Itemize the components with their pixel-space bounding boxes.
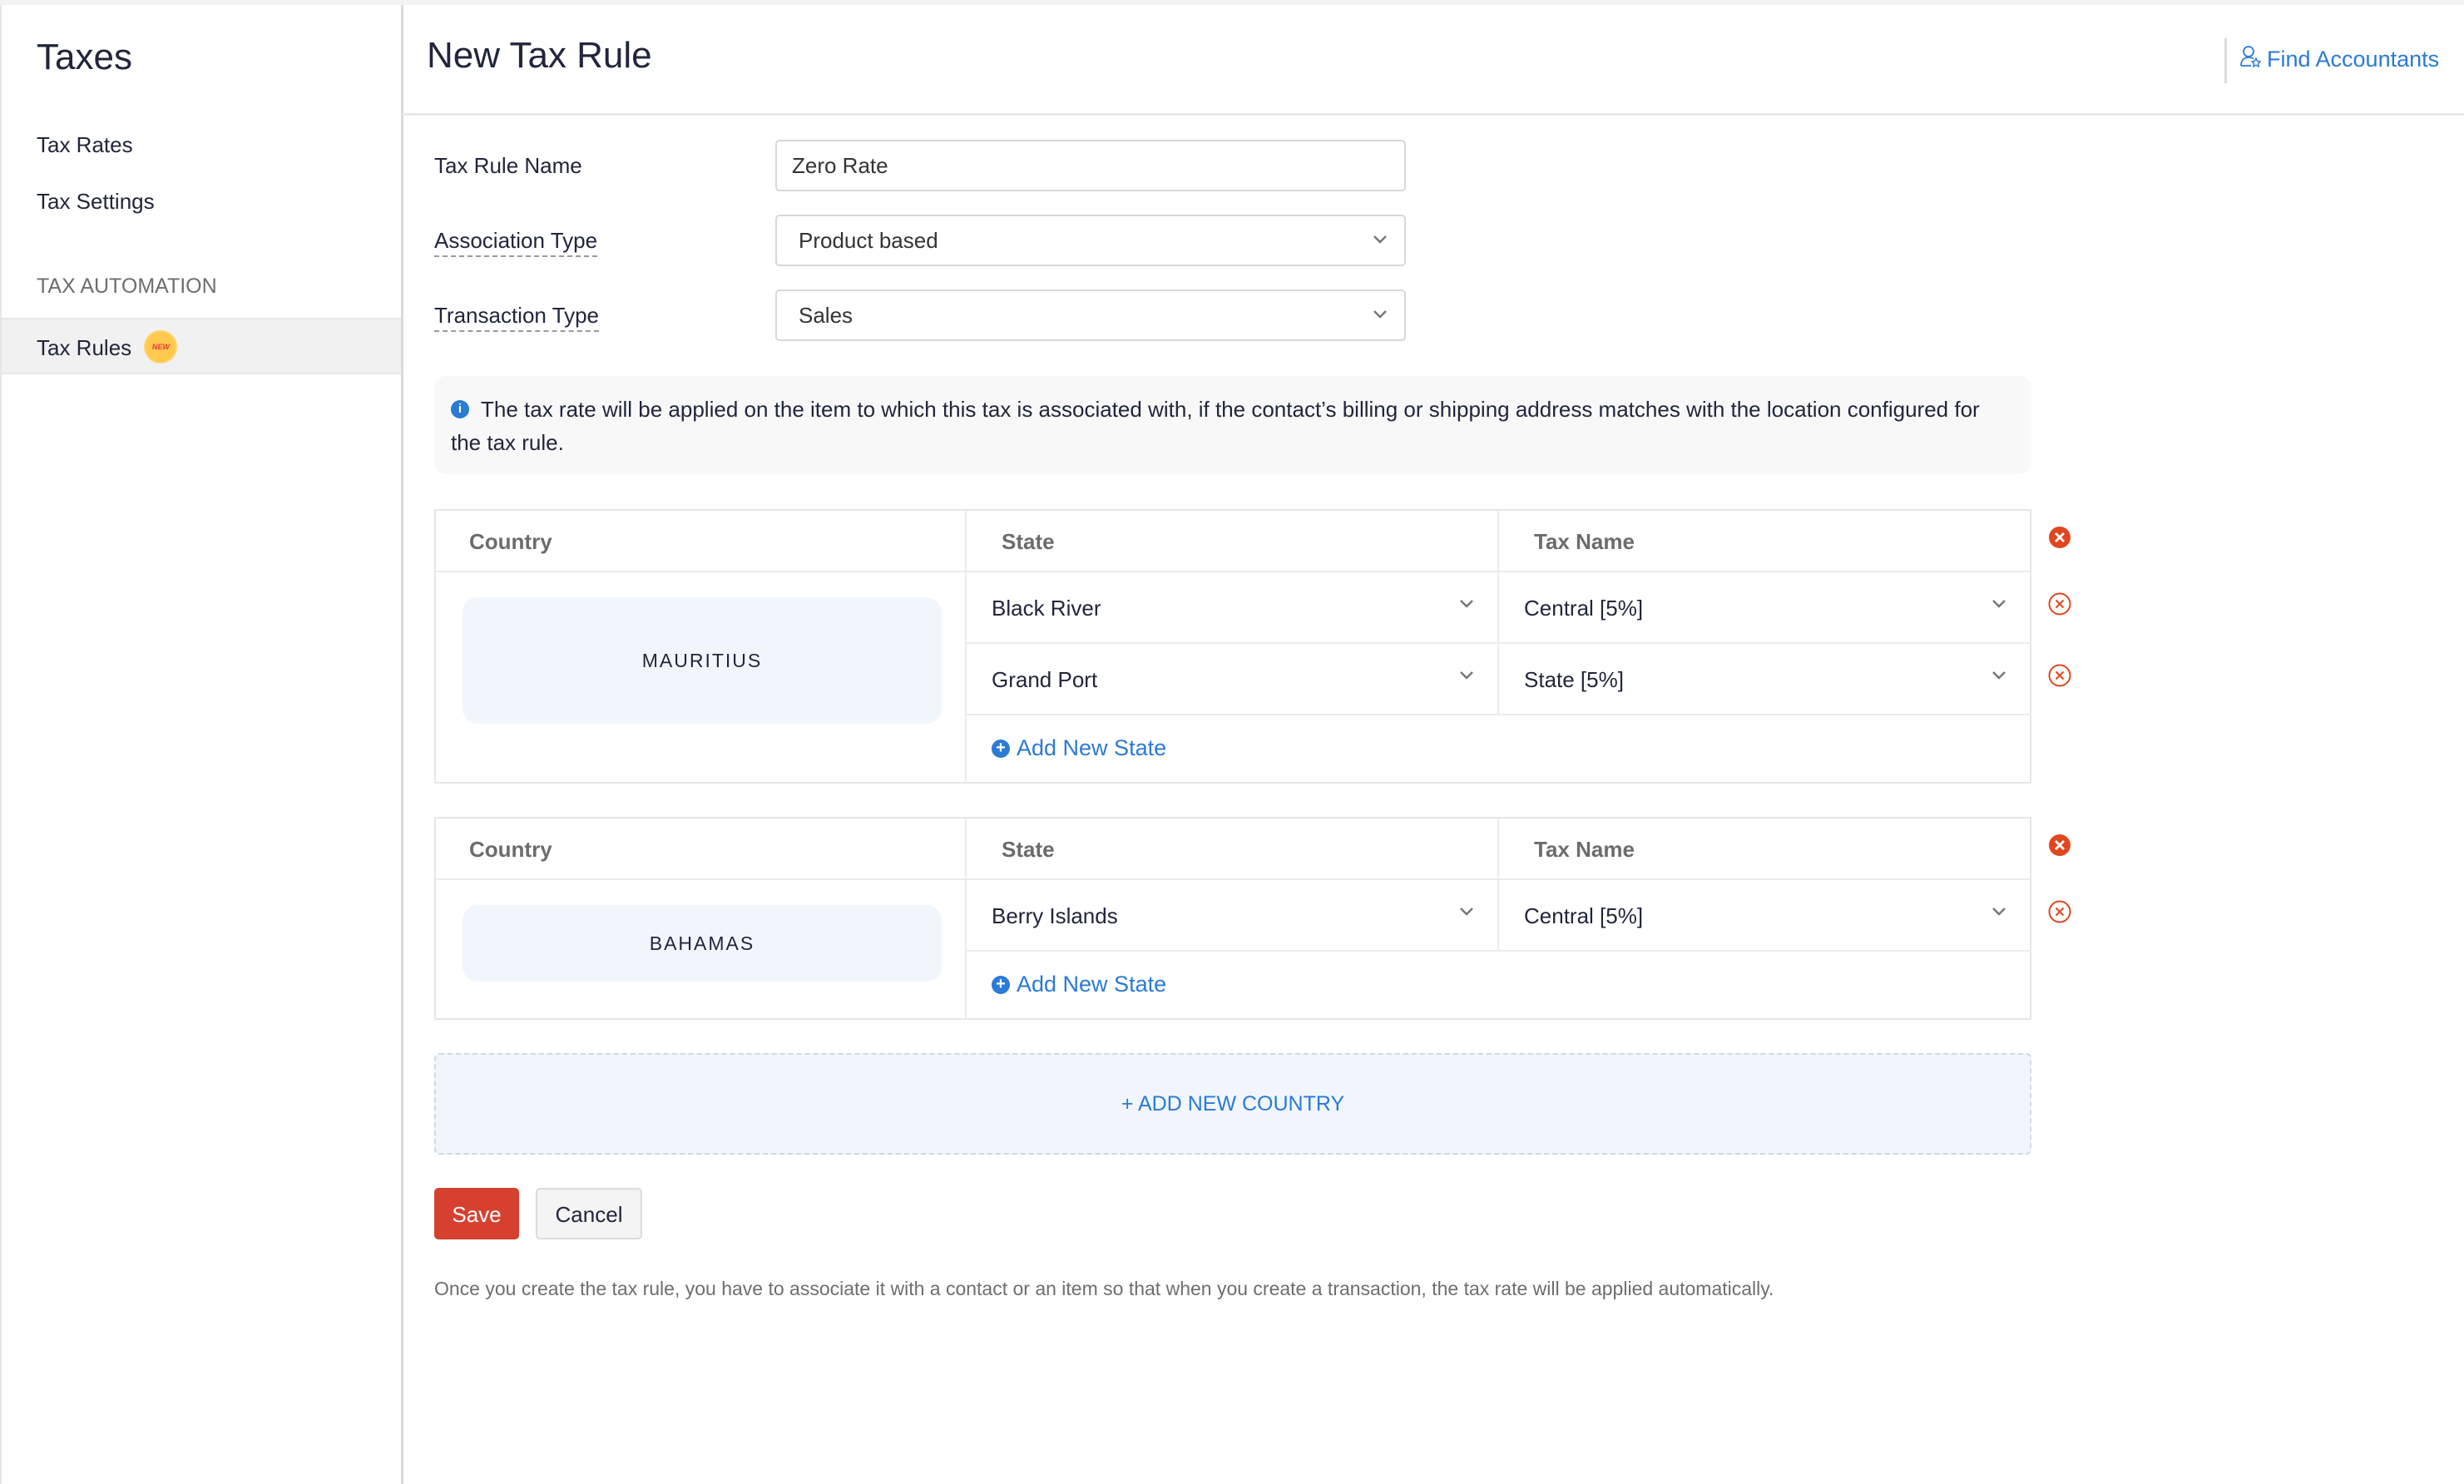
- tax-name-value: Central [5%]: [1524, 596, 1644, 621]
- plus-circle-icon: +: [992, 975, 1010, 994]
- header-state: State: [1002, 837, 1055, 862]
- transaction-type-value: Sales: [799, 303, 853, 328]
- sidebar-item-tax-rates[interactable]: Tax Rates: [2, 116, 401, 173]
- sidebar-item-tax-rules[interactable]: Tax Rules NEW: [2, 318, 401, 374]
- remove-state-icon[interactable]: [2048, 900, 2071, 923]
- chevron-down-icon: [1373, 235, 1388, 245]
- association-type-label: Association Type: [434, 228, 598, 257]
- sidebar-title: Taxes: [37, 37, 132, 77]
- add-new-state-label: Add New State: [1017, 735, 1167, 760]
- sidebar-item-tax-settings[interactable]: Tax Settings: [2, 173, 401, 230]
- sidebar-section-tax-automation: TAX AUTOMATION: [37, 275, 217, 298]
- state-value: Black River: [992, 596, 1101, 621]
- add-new-state-link[interactable]: + Add New State: [992, 735, 1166, 761]
- state-select[interactable]: Berry Islands: [967, 880, 1497, 952]
- info-text: The tax rate will be applied on the item…: [451, 397, 1980, 455]
- header-tax-name: Tax Name: [1534, 529, 1635, 554]
- info-icon: i: [451, 400, 469, 419]
- chevron-down-icon: [1459, 670, 1474, 680]
- association-type-value: Product based: [799, 228, 938, 253]
- country-name: MAURITIUS: [463, 597, 942, 724]
- country-table-bahamas: Country State Tax Name BAHAMAS Berry Isl…: [434, 817, 2031, 1020]
- association-type-select[interactable]: Product based: [775, 215, 1406, 266]
- chevron-down-icon: [1991, 907, 2006, 917]
- remove-country-icon[interactable]: [2048, 526, 2071, 549]
- divider: [967, 950, 2031, 952]
- sidebar: Taxes Tax Rates Tax Settings TAX AUTOMAT…: [0, 5, 403, 1484]
- header-state: State: [1002, 529, 1055, 554]
- chevron-down-icon: [1373, 309, 1388, 319]
- tax-name-select[interactable]: State [5%]: [1499, 644, 2030, 715]
- tax-rule-name-input[interactable]: Zero Rate: [775, 140, 1406, 191]
- add-new-state-link[interactable]: + Add New State: [992, 972, 1166, 997]
- transaction-type-label: Transaction Type: [434, 303, 599, 332]
- state-value: Grand Port: [992, 667, 1098, 692]
- header-divider: [2224, 38, 2227, 83]
- tax-name-value: Central [5%]: [1524, 903, 1644, 928]
- header-country: Country: [469, 837, 552, 862]
- footnote-text: Once you create the tax rule, you have t…: [434, 1278, 1774, 1299]
- state-value: Berry Islands: [992, 903, 1118, 928]
- remove-state-icon[interactable]: [2048, 664, 2071, 687]
- tax-rule-name-label: Tax Rule Name: [434, 153, 582, 178]
- chevron-down-icon: [1991, 599, 2006, 609]
- country-name: BAHAMAS: [463, 905, 942, 982]
- header-tax-name: Tax Name: [1534, 837, 1635, 862]
- tax-name-select[interactable]: Central [5%]: [1499, 880, 2030, 952]
- cancel-button[interactable]: Cancel: [536, 1188, 642, 1239]
- header-country: Country: [469, 529, 552, 554]
- page-header: New Tax Rule Find Accountants: [402, 5, 2464, 116]
- find-accountants-label: Find Accountants: [2267, 47, 2440, 72]
- divider: [967, 714, 2031, 715]
- save-button[interactable]: Save: [434, 1188, 519, 1239]
- add-new-state-label: Add New State: [1017, 972, 1167, 997]
- find-accountants-link[interactable]: Find Accountants: [2240, 45, 2439, 74]
- tax-name-value: State [5%]: [1524, 667, 1624, 692]
- state-select[interactable]: Black River: [967, 572, 1497, 644]
- page-title: New Tax Rule: [427, 35, 652, 76]
- chevron-down-icon: [1459, 907, 1474, 917]
- country-table-mauritius: Country State Tax Name MAURITIUS Black R…: [434, 509, 2031, 784]
- user-star-icon: [2240, 45, 2262, 74]
- transaction-type-select[interactable]: Sales: [775, 289, 1406, 341]
- remove-country-icon[interactable]: [2048, 834, 2071, 857]
- chevron-down-icon: [1991, 670, 2006, 680]
- new-badge: NEW: [146, 332, 176, 363]
- remove-state-icon[interactable]: [2048, 592, 2071, 616]
- state-select[interactable]: Grand Port: [967, 644, 1497, 715]
- tax-name-select[interactable]: Central [5%]: [1499, 572, 2030, 644]
- chevron-down-icon: [1459, 599, 1474, 609]
- info-banner: i The tax rate will be applied on the ite…: [434, 376, 2031, 474]
- sidebar-item-label: Tax Rules: [37, 335, 132, 360]
- plus-circle-icon: +: [992, 739, 1010, 758]
- add-new-country-button[interactable]: + ADD NEW COUNTRY: [434, 1053, 2031, 1155]
